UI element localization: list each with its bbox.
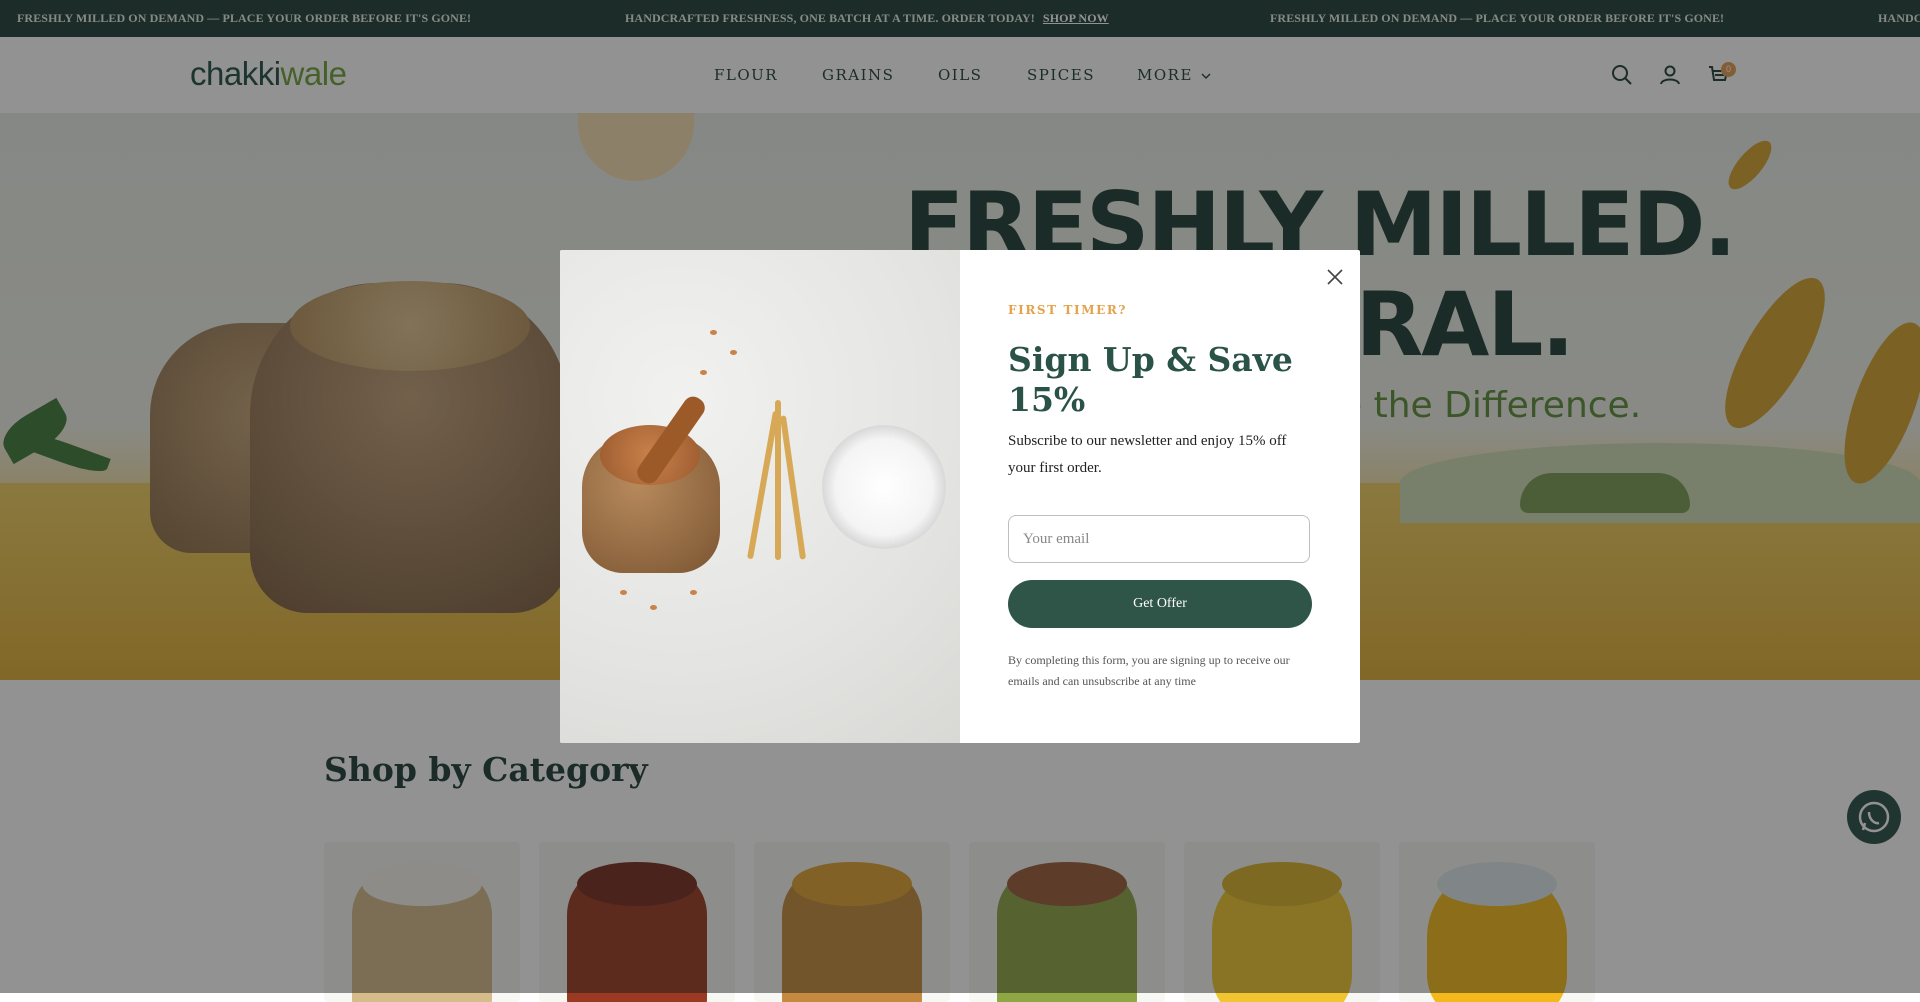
kernel bbox=[700, 370, 707, 375]
close-icon[interactable] bbox=[1322, 264, 1348, 290]
flour-bowl-image bbox=[822, 425, 946, 549]
signup-modal: FIRST TIMER? Sign Up & Save 15% Subscrib… bbox=[560, 250, 1360, 743]
modal-eyebrow: FIRST TIMER? bbox=[1008, 303, 1128, 317]
kernel bbox=[710, 330, 717, 335]
email-field[interactable] bbox=[1008, 515, 1310, 563]
wheat-stalk-image bbox=[779, 415, 807, 560]
legal-disclaimer: By completing this form, you are signing… bbox=[1008, 653, 1290, 688]
modal-description: Subscribe to our newsletter and enjoy 15… bbox=[1008, 433, 1287, 476]
kernel bbox=[730, 350, 737, 355]
get-offer-button[interactable]: Get Offer bbox=[1008, 580, 1312, 628]
kernel bbox=[690, 590, 697, 595]
kernel bbox=[650, 605, 657, 610]
modal-product-image bbox=[560, 250, 960, 743]
modal-title: Sign Up & Save 15% bbox=[1008, 340, 1293, 419]
kernel bbox=[620, 590, 627, 595]
